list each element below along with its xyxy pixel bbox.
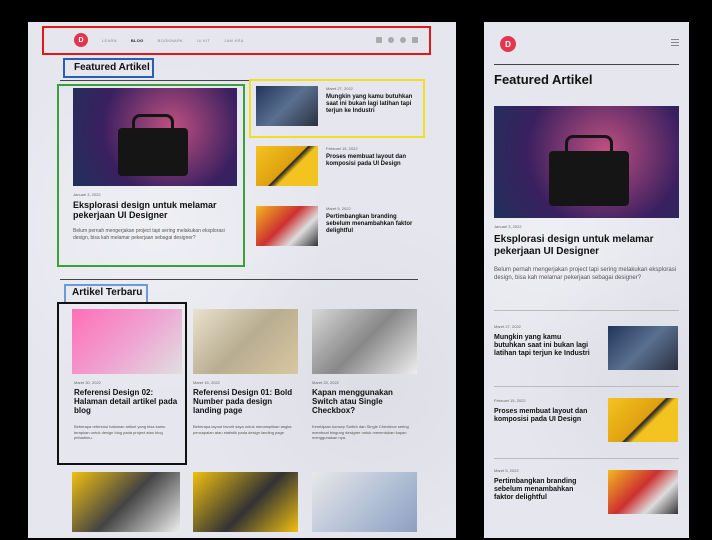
- divider: [494, 64, 679, 65]
- mobile-item-title-2[interactable]: Proses membuat layout dan komposisi pada…: [494, 408, 594, 424]
- mobile-logo[interactable]: D: [500, 36, 516, 52]
- latest-card-image-4[interactable]: [72, 472, 180, 532]
- featured-side-date-2: Februari 15, 2022: [326, 146, 358, 151]
- mobile-item-image-3[interactable]: [608, 470, 678, 514]
- divider: [60, 279, 418, 280]
- latest-card-image-1[interactable]: [72, 309, 182, 374]
- mobile-item-title-3[interactable]: Pertimbangkan branding sebelum menambahk…: [494, 478, 594, 502]
- latest-card-image-5[interactable]: [193, 472, 298, 532]
- featured-side-image-1[interactable]: [256, 86, 318, 126]
- mobile-item-image-2[interactable]: [608, 398, 678, 442]
- mobile-preview: D Featured Artikel Januari 3, 2022 Ekspl…: [484, 22, 689, 538]
- divider: [494, 310, 679, 311]
- mobile-item-image-1[interactable]: [608, 326, 678, 370]
- bag-illustration: [118, 113, 188, 176]
- nav-link-jam-kra[interactable]: JAM KRA: [224, 38, 243, 43]
- mobile-featured-title: Featured Artikel: [494, 72, 593, 87]
- nav-link-bookmark[interactable]: BOOKMARK: [158, 38, 184, 43]
- featured-main-date: Januari 3, 2022: [73, 192, 101, 197]
- mobile-main-date: Januari 3, 2022: [494, 224, 522, 229]
- mobile-item-title-1[interactable]: Mungkin yang kamu butuhkan saat ini buka…: [494, 334, 594, 358]
- latest-card-date-2: Maret 15, 2022: [193, 380, 220, 385]
- latest-card-title-1[interactable]: Referensi Design 02: Halaman detail arti…: [74, 388, 182, 416]
- mobile-main-title[interactable]: Eksplorasi design untuk melamar pekerjaa…: [494, 234, 679, 257]
- featured-side-date-3: Maret 5, 2022: [326, 206, 351, 211]
- latest-card-image-3[interactable]: [312, 309, 417, 374]
- latest-card-date-3: Maret 25, 2022: [312, 380, 339, 385]
- divider: [60, 80, 418, 81]
- mobile-item-date-3: Maret 5, 2022: [494, 468, 519, 473]
- featured-section-title: Featured Artikel: [74, 62, 150, 73]
- latest-card-title-3[interactable]: Kapan menggunakan Switch atau Single Che…: [312, 388, 417, 416]
- latest-card-image-6[interactable]: [312, 472, 417, 532]
- featured-main-title[interactable]: Eksplorasi design untuk melamar pekerjaa…: [73, 200, 243, 221]
- latest-section-title: Artikel Terbaru: [72, 287, 143, 298]
- featured-side-title-1[interactable]: Mungkin yang kamu butuhkan saat ini buka…: [326, 94, 422, 115]
- latest-card-excerpt-1: Beberapa referensi halaman artikel yang …: [74, 424, 166, 441]
- mobile-item-date-2: Februari 15, 2022: [494, 398, 526, 403]
- menu-icon[interactable]: [671, 39, 679, 48]
- top-nav: D LEARN BLOG BOOKMARK UI KIT JAM KRA: [44, 28, 428, 52]
- globe-icon[interactable]: [388, 37, 394, 43]
- featured-main-image[interactable]: [73, 88, 237, 186]
- mobile-item-date-1: Maret 27, 2022: [494, 324, 521, 329]
- featured-side-image-2[interactable]: [256, 146, 318, 186]
- latest-card-title-2[interactable]: Referensi Design 01: Bold Number pada de…: [193, 388, 298, 416]
- circle-icon[interactable]: [400, 37, 406, 43]
- mobile-main-image[interactable]: [494, 106, 679, 218]
- divider: [494, 458, 679, 459]
- share-icon[interactable]: [376, 37, 382, 43]
- featured-side-date-1: Maret 27, 2022: [326, 86, 353, 91]
- latest-card-excerpt-3: Kembijaan konsep Switch dan Single Check…: [312, 424, 409, 441]
- nav-link-learn[interactable]: LEARN: [102, 38, 117, 43]
- latest-card-date-1: Maret 30, 2022: [74, 380, 101, 385]
- featured-side-image-3[interactable]: [256, 206, 318, 246]
- divider: [494, 386, 679, 387]
- logo[interactable]: D: [74, 33, 88, 47]
- latest-card-image-2[interactable]: [193, 309, 298, 374]
- featured-side-title-2[interactable]: Proses membuat layout dan komposisi pada…: [326, 154, 422, 168]
- featured-main-excerpt: Belum pernah mengerjakan project tapi se…: [73, 228, 225, 241]
- video-icon[interactable]: [412, 37, 418, 43]
- mobile-main-excerpt: Belum pernah mengerjakan project tapi se…: [494, 267, 677, 282]
- nav-link-blog[interactable]: BLOG: [131, 38, 144, 43]
- nav-link-ui-kit[interactable]: UI KIT: [197, 38, 210, 43]
- bag-illustration: [549, 134, 629, 206]
- latest-card-excerpt-2: Beberapa layout favorit saya untuk menam…: [193, 424, 292, 435]
- featured-side-title-3[interactable]: Pertimbangkan branding sebelum menambahk…: [326, 214, 422, 235]
